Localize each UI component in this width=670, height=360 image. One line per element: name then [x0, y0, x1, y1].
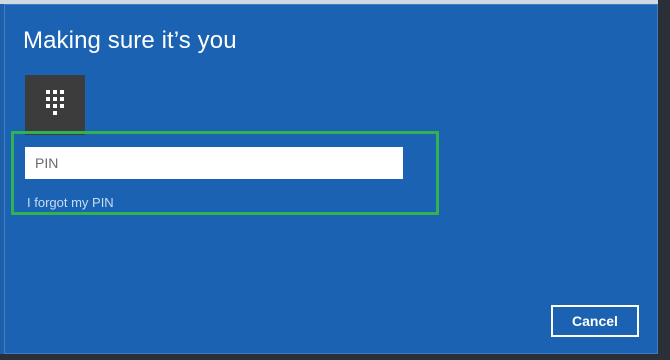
cancel-button[interactable]: Cancel [551, 305, 639, 337]
background-edge-right [658, 0, 670, 360]
forgot-pin-link[interactable]: I forgot my PIN [27, 195, 114, 210]
security-dialog: Making sure it’s you I forgot my PIN Can… [4, 4, 658, 354]
background-edge-bottom [0, 354, 670, 360]
pin-keypad-icon [25, 75, 85, 135]
dialog-title: Making sure it’s you [23, 27, 237, 54]
pin-input[interactable] [25, 147, 403, 179]
